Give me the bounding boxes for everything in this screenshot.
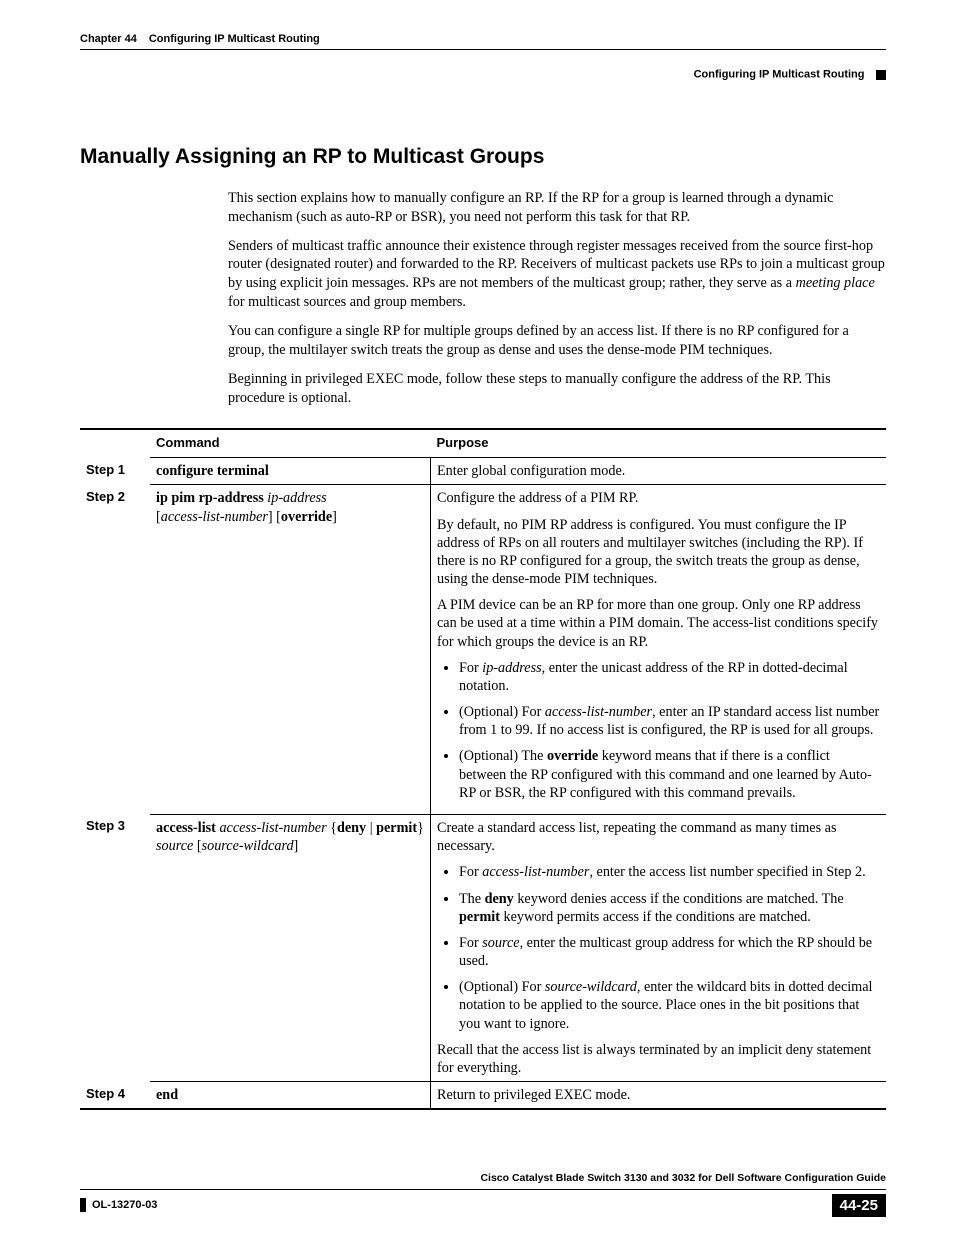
table-row: Step 2 ip pim rp-address ip-address [acc… <box>80 485 886 815</box>
step-label: Step 1 <box>80 458 150 485</box>
subheader-text: Configuring IP Multicast Routing <box>694 69 865 81</box>
footer-doc-id: OL-13270-03 <box>80 1198 157 1212</box>
paragraph: Senders of multicast traffic announce th… <box>228 237 886 313</box>
purpose-cell: Return to privileged EXEC mode. <box>431 1082 887 1110</box>
list-item: For access-list-number, enter the access… <box>459 863 880 881</box>
purpose-cell: Configure the address of a PIM RP. By de… <box>431 485 887 815</box>
table-row: Step 3 access-list access-list-number {d… <box>80 814 886 1081</box>
header-title: Configuring IP Multicast Routing <box>149 32 320 46</box>
paragraph: This section explains how to manually co… <box>228 189 886 227</box>
paragraph: You can configure a single RP for multip… <box>228 322 886 360</box>
list-item: (Optional) The override keyword means th… <box>459 747 880 802</box>
command-cell: configure terminal <box>150 458 431 485</box>
step-label: Step 3 <box>80 814 150 1081</box>
purpose-cell: Enter global configuration mode. <box>431 458 887 485</box>
table-row: Step 1 configure terminal Enter global c… <box>80 458 886 485</box>
table-header-purpose: Purpose <box>431 429 887 458</box>
command-table: Command Purpose Step 1 configure termina… <box>80 428 886 1111</box>
list-item: (Optional) For source-wildcard, enter th… <box>459 978 880 1033</box>
command-cell: access-list access-list-number {deny | p… <box>150 814 431 1081</box>
table-row: Step 4 end Return to privileged EXEC mod… <box>80 1082 886 1110</box>
command-cell: ip pim rp-address ip-address [access-lis… <box>150 485 431 815</box>
body-text: This section explains how to manually co… <box>228 189 886 408</box>
page-subheader: Configuring IP Multicast Routing <box>80 66 886 84</box>
list-item: The deny keyword denies access if the co… <box>459 890 880 926</box>
section-title: Manually Assigning an RP to Multicast Gr… <box>80 144 886 171</box>
page-footer: Cisco Catalyst Blade Switch 3130 and 303… <box>80 1172 886 1217</box>
step-label: Step 2 <box>80 485 150 815</box>
list-item: For ip-address, enter the unicast addres… <box>459 659 880 695</box>
table-header-command: Command <box>150 429 431 458</box>
header-chapter: Chapter 44 <box>80 32 137 46</box>
command-cell: end <box>150 1082 431 1110</box>
list-item: (Optional) For access-list-number, enter… <box>459 703 880 739</box>
purpose-cell: Create a standard access list, repeating… <box>431 814 887 1081</box>
footer-doc-title: Cisco Catalyst Blade Switch 3130 and 303… <box>80 1172 886 1189</box>
footer-page-number: 44-25 <box>832 1194 886 1217</box>
list-item: For source, enter the multicast group ad… <box>459 934 880 970</box>
step-label: Step 4 <box>80 1082 150 1110</box>
page-header: Chapter 44 Configuring IP Multicast Rout… <box>80 32 886 50</box>
header-end-mark-icon <box>876 70 886 80</box>
paragraph: Beginning in privileged EXEC mode, follo… <box>228 370 886 408</box>
